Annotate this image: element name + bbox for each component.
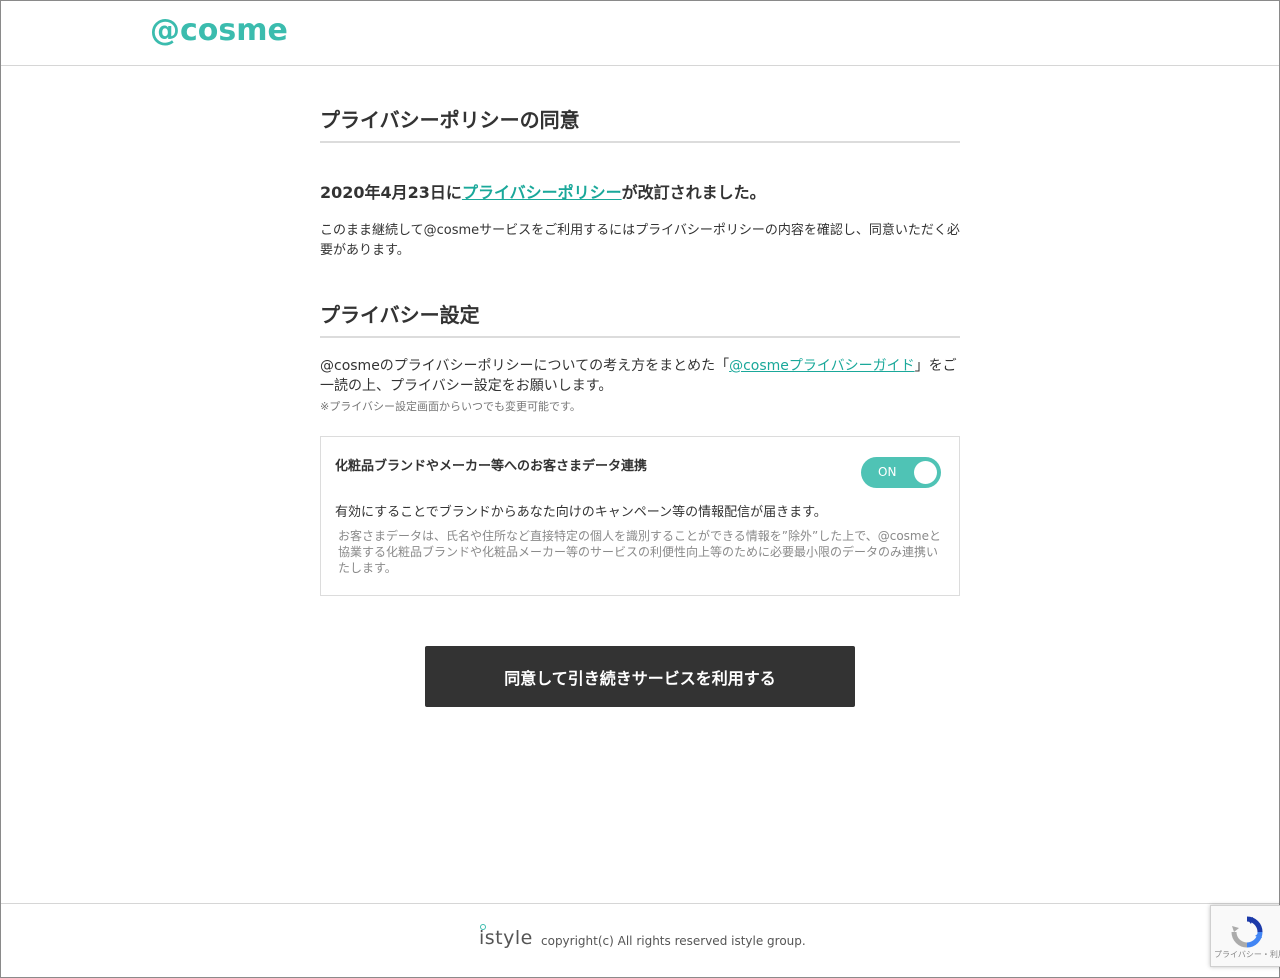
recaptcha-icon xyxy=(1231,916,1263,948)
recaptcha-badge[interactable]: プライバシー・利用規約 xyxy=(1210,905,1280,967)
data-sharing-toggle[interactable]: ON xyxy=(861,457,941,488)
privacy-guide-link[interactable]: @cosmeプライバシーガイド xyxy=(729,358,915,374)
data-sharing-description: 有効にすることでブランドからあなた向けのキャンペーン等の情報配信が届きます。 xyxy=(335,505,827,520)
cosme-logo[interactable]: @cosme xyxy=(150,13,288,49)
istyle-logo[interactable]: istyle xyxy=(479,925,533,951)
revision-suffix-text: が改訂されました。 xyxy=(621,183,766,202)
data-sharing-fine-print: お客さまデータは、氏名や住所など直接特定の個人を識別することができる情報を”除外… xyxy=(338,529,941,575)
copyright-text: copyright(c) All rights reserved istyle … xyxy=(541,934,806,948)
guide-prefix-text: @cosmeのプライバシーポリシーについての考え方をまとめた「 xyxy=(320,358,730,374)
settings-note: ※プライバシー設定画面からいつでも変更可能です。 xyxy=(320,400,581,413)
site-footer: istyle copyright(c) All rights reserved … xyxy=(1,903,1279,977)
recaptcha-terms[interactable]: プライバシー・利用規約 xyxy=(1214,950,1280,960)
agreement-title: プライバシーポリシーの同意 xyxy=(320,107,960,143)
toggle-state-label: ON xyxy=(878,465,897,479)
agree-continue-button[interactable]: 同意して引き続きサービスを利用する xyxy=(425,646,855,707)
privacy-policy-link[interactable]: プライバシーポリシー xyxy=(462,183,622,202)
revision-date-text: 2020年4月23日に xyxy=(320,183,462,202)
toggle-knob xyxy=(914,461,937,484)
privacy-settings-title: プライバシー設定 xyxy=(320,302,960,338)
revision-notice: 2020年4月23日にプライバシーポリシーが改訂されました。 xyxy=(320,182,960,204)
data-sharing-label: 化粧品ブランドやメーカー等へのお客さまデータ連携 xyxy=(335,459,648,474)
privacy-guide-text: @cosmeのプライバシーポリシーについての考え方をまとめた「@cosmeプライ… xyxy=(320,356,960,396)
data-sharing-setting: 化粧品ブランドやメーカー等へのお客さまデータ連携 ON 有効にすることでブランド… xyxy=(320,436,960,596)
agreement-body: このまま継続して@cosmeサービスをご利用するにはプライバシーポリシーの内容を… xyxy=(320,223,960,258)
site-header: @cosme xyxy=(1,1,1279,66)
